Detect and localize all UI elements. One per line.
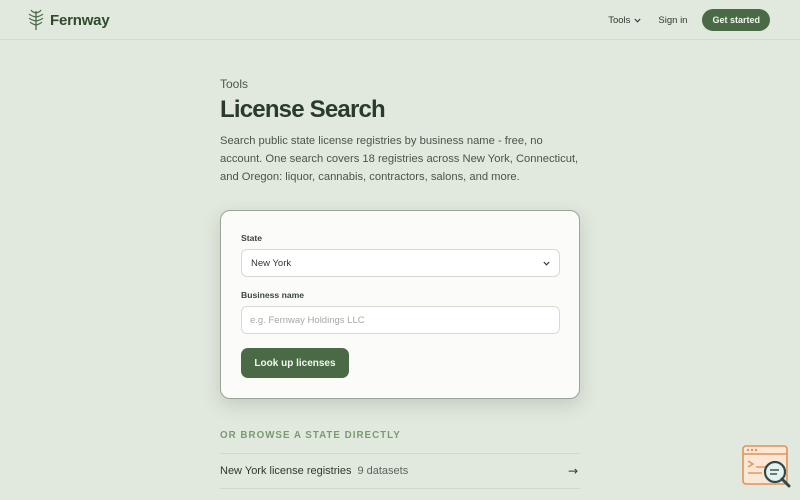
page-intro: Search public state license registries b…	[220, 135, 579, 183]
brand-logo-link[interactable]: Fernway	[28, 9, 110, 31]
nav-tools-menu[interactable]: Tools	[608, 14, 642, 26]
state-row-new-york[interactable]: New York license registries 9 datasets →	[220, 453, 580, 489]
get-started-button[interactable]: Get started	[702, 9, 770, 31]
state-row-name: New York license registries	[220, 465, 352, 477]
chevron-down-icon	[634, 18, 642, 23]
state-select[interactable]: New York	[241, 249, 560, 277]
top-navigation-bar: Fernway Tools Sign in Get started	[0, 0, 800, 40]
fern-leaf-icon	[28, 9, 44, 30]
page-title: License Search	[220, 96, 386, 123]
search-document-icon[interactable]	[742, 445, 792, 489]
business-name-label: Business name	[241, 290, 305, 300]
look-up-licenses-button[interactable]: Look up licenses	[241, 348, 349, 378]
header-nav: Tools Sign in Get started	[608, 9, 770, 31]
brand-name: Fernway	[50, 11, 110, 29]
business-name-input[interactable]	[241, 306, 560, 334]
page-eyebrow: Tools	[220, 77, 249, 91]
browse-heading: OR BROWSE A STATE DIRECTLY	[220, 430, 401, 441]
chevron-down-icon	[543, 261, 550, 266]
license-search-form: State New York Business name Look up lic…	[220, 210, 580, 399]
state-selected-value: New York	[251, 257, 292, 269]
arrow-right-icon: →	[567, 464, 578, 478]
state-row-count: 9 datasets	[357, 465, 409, 477]
sign-in-link[interactable]: Sign in	[658, 15, 687, 26]
nav-tools-label: Tools	[608, 14, 631, 26]
state-label: State	[241, 233, 263, 243]
